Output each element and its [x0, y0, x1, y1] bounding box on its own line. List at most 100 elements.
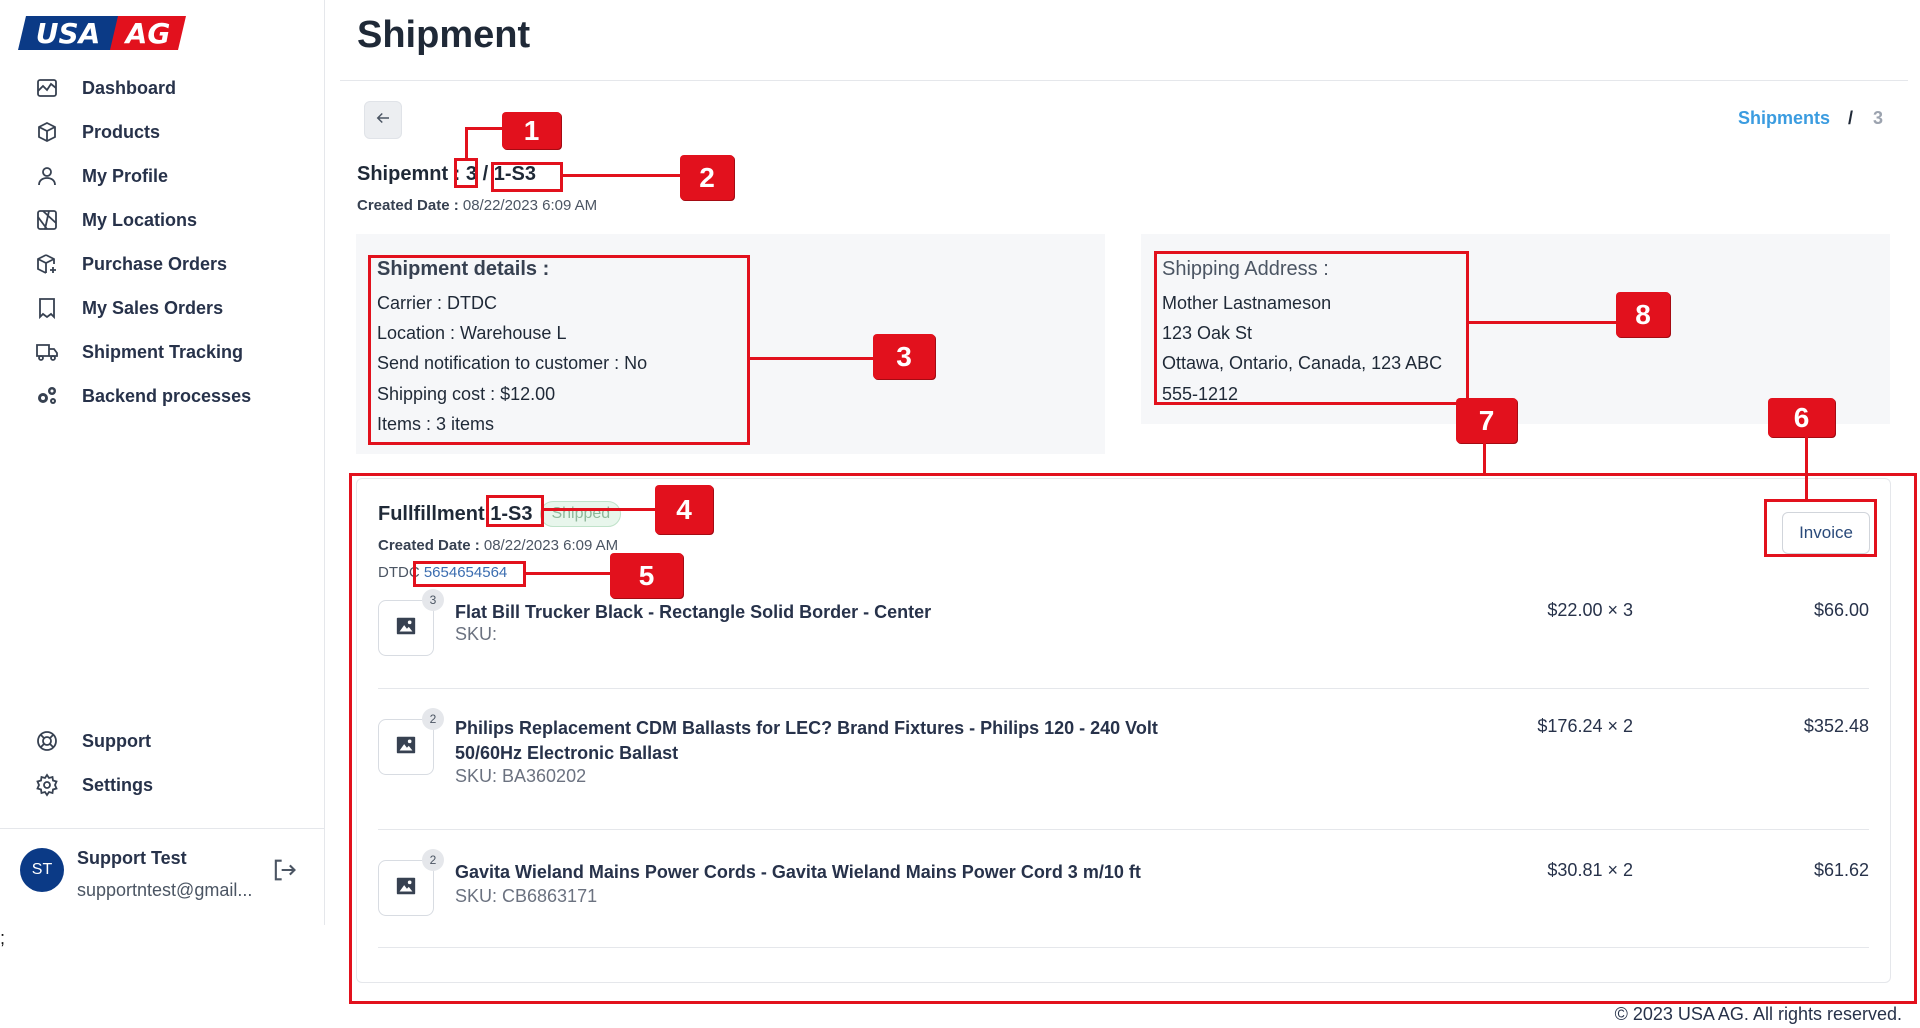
- shipment-code: 1-S3: [493, 163, 536, 185]
- shipment-id: 3: [465, 163, 478, 185]
- sidebar-item-purchase-orders[interactable]: Purchase Orders: [0, 242, 325, 286]
- chart-icon: [34, 75, 60, 101]
- sidebar-item-label: Shipment Tracking: [82, 341, 244, 362]
- sidebar-item-dashboard[interactable]: Dashboard: [0, 66, 325, 110]
- annotation-connector-1b: [465, 127, 505, 130]
- arrow-left-icon: [374, 109, 392, 132]
- annotation-connector-2: [563, 174, 682, 177]
- shipment-details-title: Shipment details :: [377, 258, 550, 280]
- back-button[interactable]: [364, 101, 402, 139]
- fulfillment-created-label: Created Date :: [378, 537, 480, 554]
- annotation-tag-8: 8: [1616, 292, 1670, 337]
- breadcrumb-current: 3: [1872, 108, 1883, 128]
- fulfillment-items: 3 Flat Bill Trucker Black - Rectangle So…: [378, 589, 1869, 948]
- avatar[interactable]: ST: [20, 848, 64, 892]
- item-unit-price: $176.24 × 2: [1537, 716, 1633, 736]
- annotation-tag-6: 6: [1768, 398, 1835, 437]
- shipment-heading: Shipemnt : 3 / 1-S3: [357, 163, 536, 186]
- breadcrumb-shipments-link[interactable]: Shipments: [1738, 108, 1830, 129]
- fulfillment-created-date: Created Date : 08/22/2023 6:09 AM: [378, 537, 618, 554]
- list-item: 2 Philips Replacement CDM Ballasts for L…: [378, 689, 1869, 830]
- item-name: Philips Replacement CDM Ballasts for LEC…: [455, 718, 1158, 763]
- tracking-carrier: DTDC: [378, 564, 420, 581]
- address-phone: 555-1212: [1162, 383, 1239, 404]
- shipping-address-list: Mother Lastnameson 123 Oak St Ottawa, On…: [1162, 288, 1442, 409]
- sidebar-item-label: My Sales Orders: [82, 297, 224, 318]
- shipment-created-date: Created Date : 08/22/2023 6:09 AM: [357, 197, 597, 214]
- sidebar-divider: [0, 828, 325, 829]
- item-sku: SKU:: [455, 624, 498, 644]
- page-title: Shipment: [357, 14, 531, 56]
- item-total: $352.48: [1803, 716, 1869, 736]
- quantity-badge: 2: [422, 708, 444, 730]
- shipment-separator: /: [482, 163, 489, 185]
- detail-carrier: Carrier : DTDC: [377, 293, 497, 313]
- fulfillment-card: Fullfillment 1-S3 Shipped Created Date :…: [356, 478, 1891, 983]
- fulfillment-created-value: 08/22/2023 6:09 AM: [483, 537, 619, 554]
- shipping-address-title: Shipping Address :: [1162, 258, 1329, 280]
- status-badge: Shipped: [540, 501, 622, 527]
- fulfillment-label: Fullfillment: [378, 502, 485, 525]
- truck-icon: [34, 339, 60, 365]
- sidebar-item-label: Products: [82, 121, 161, 142]
- logo-text-ag: AG: [124, 17, 171, 50]
- detail-notification: Send notification to customer : No: [377, 353, 648, 374]
- usa-ag-logo[interactable]: USA AG: [18, 14, 186, 52]
- gears-icon: [34, 383, 60, 409]
- quantity-badge: 2: [422, 849, 444, 871]
- item-unit-price: $30.81 × 2: [1547, 860, 1633, 880]
- map-icon: [34, 207, 60, 233]
- receipt-icon: [34, 295, 60, 321]
- annotation-connector-7: [1483, 443, 1486, 474]
- breadcrumb-separator: /: [1847, 108, 1853, 128]
- title-divider: [340, 80, 1908, 81]
- item-total: $66.00: [1813, 600, 1869, 620]
- stray-text: ;: [0, 928, 6, 948]
- sidebar-item-my-locations[interactable]: My Locations: [0, 198, 325, 242]
- sidebar-item-label: Dashboard: [82, 77, 177, 98]
- box-icon: [34, 119, 60, 145]
- fulfillment-heading: Fullfillment 1-S3 Shipped: [378, 501, 622, 527]
- sidebar-item-my-sales-orders[interactable]: My Sales Orders: [0, 286, 325, 330]
- created-date-label: Created Date :: [357, 197, 459, 214]
- detail-items: Items : 3 items: [377, 413, 495, 434]
- user-email: supportntest@gmail...: [77, 880, 253, 900]
- sidebar-item-support[interactable]: Support: [0, 719, 325, 763]
- sidebar-item-settings[interactable]: Settings: [0, 763, 325, 807]
- item-sku: SKU: BA360202: [455, 766, 587, 786]
- sidebar-item-products[interactable]: Products: [0, 110, 325, 154]
- breadcrumb: Shipments / 3: [1738, 108, 1883, 129]
- annotation-tag-1: 1: [502, 112, 561, 149]
- sidebar-item-label: Purchase Orders: [82, 253, 228, 274]
- tracking-info: DTDC 5654654564: [378, 564, 507, 581]
- lifebuoy-icon: [34, 728, 60, 754]
- address-street: 123 Oak St: [1162, 323, 1253, 344]
- user-icon: [34, 163, 60, 189]
- sidebar-item-label: My Profile: [82, 165, 169, 186]
- sidebar-item-shipment-tracking[interactable]: Shipment Tracking: [0, 330, 325, 374]
- sidebar-item-label: Settings: [82, 774, 154, 795]
- sidebar-item-label: Support: [82, 730, 151, 751]
- sidebar-item-label: Backend processes: [82, 385, 252, 406]
- annotation-tag-2: 2: [680, 155, 734, 200]
- logo-text-usa: USA: [36, 17, 101, 50]
- image-icon: [395, 734, 417, 761]
- list-item: 3 Flat Bill Trucker Black - Rectangle So…: [378, 589, 1869, 689]
- user-name: Support Test: [77, 848, 187, 868]
- tracking-number-link[interactable]: 5654654564: [424, 564, 507, 581]
- sidebar-bottom-nav: Support Settings: [0, 719, 325, 807]
- address-name: Mother Lastnameson: [1162, 293, 1332, 313]
- item-name: Gavita Wieland Mains Power Cords - Gavit…: [455, 862, 1141, 882]
- item-name: Flat Bill Trucker Black - Rectangle Soli…: [455, 602, 932, 622]
- sidebar-item-my-profile[interactable]: My Profile: [0, 154, 325, 198]
- annotation-tag-5: 5: [610, 553, 683, 598]
- logout-icon[interactable]: [270, 856, 298, 884]
- invoice-button[interactable]: Invoice: [1782, 512, 1870, 554]
- item-total: $61.62: [1813, 860, 1869, 880]
- quantity-badge: 3: [422, 589, 444, 611]
- address-city: Ottawa, Ontario, Canada, 123 ABC: [1162, 353, 1443, 374]
- sidebar-item-backend-processes[interactable]: Backend processes: [0, 374, 325, 418]
- footer-copyright: © 2023 USA AG. All rights reserved.: [1614, 1004, 1902, 1024]
- user-profile[interactable]: ST Support Test supportntest@gmail...: [18, 846, 318, 906]
- annotation-connector-1: [465, 127, 468, 159]
